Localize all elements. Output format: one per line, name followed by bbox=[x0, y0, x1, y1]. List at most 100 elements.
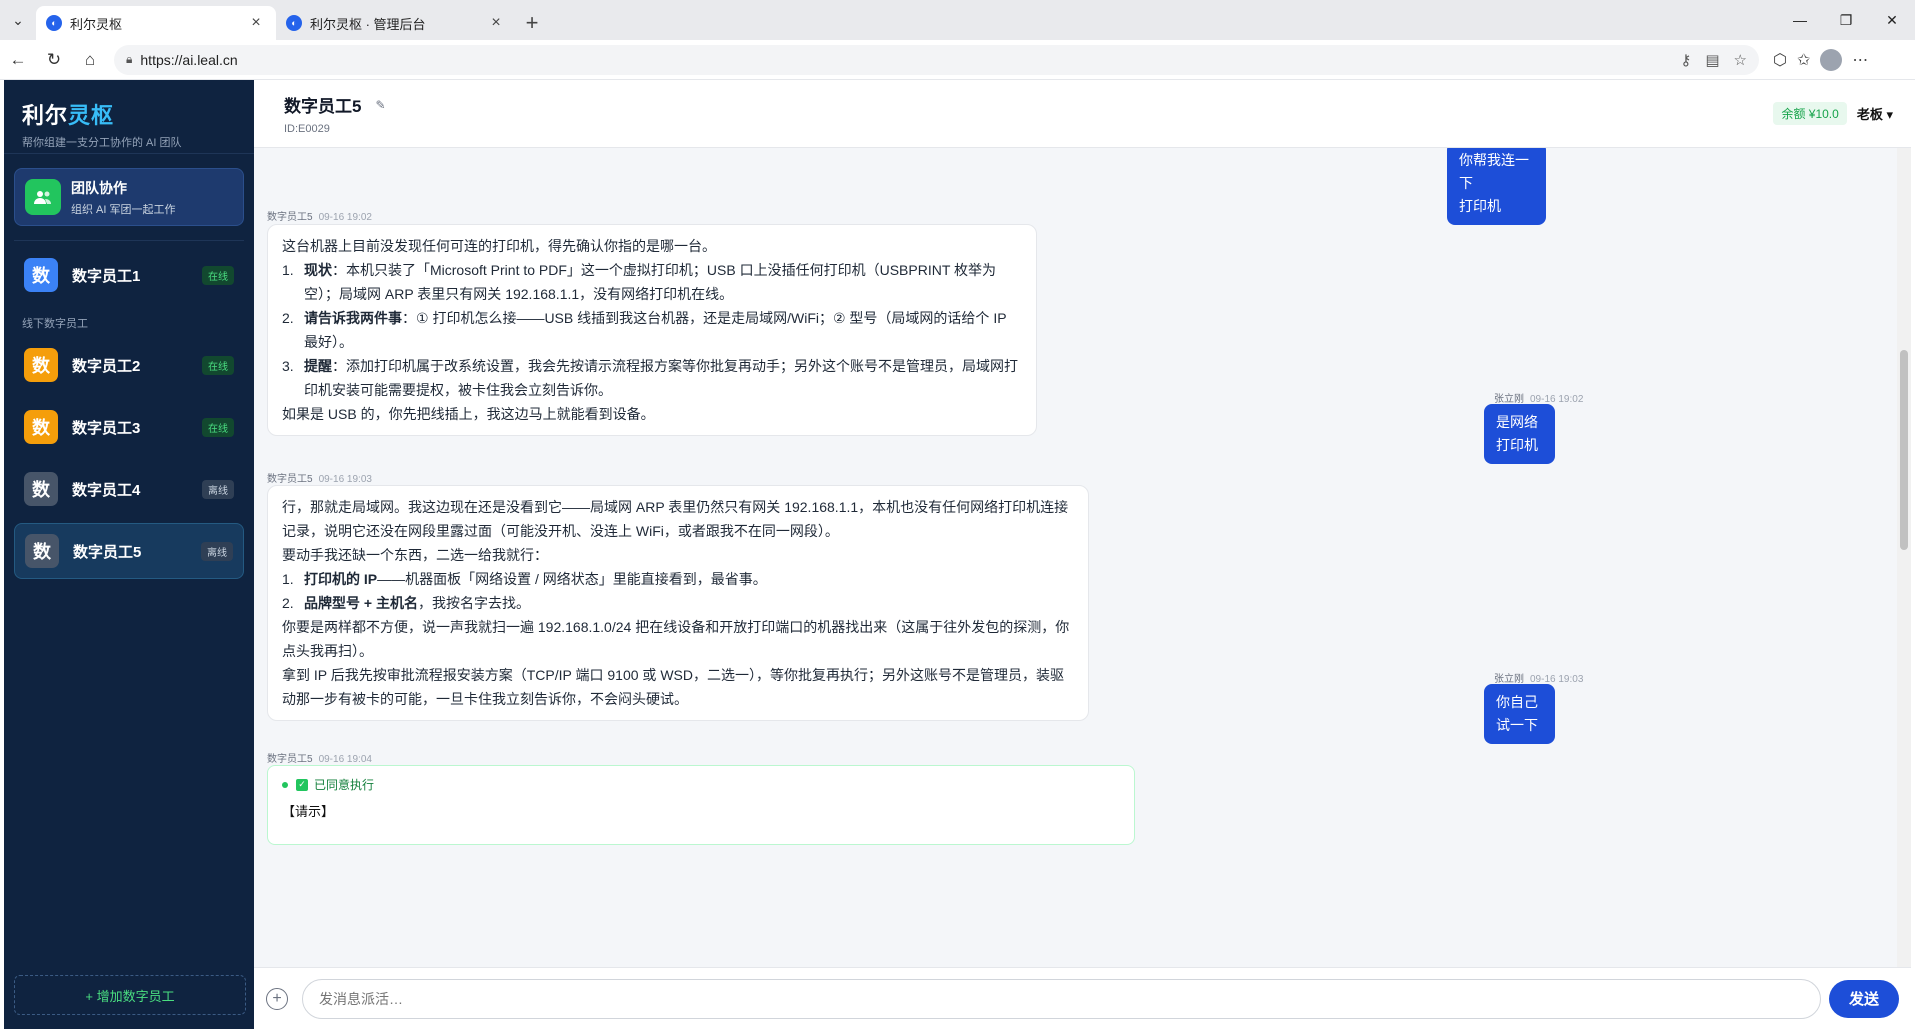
employee-name: 数字员工4 bbox=[72, 481, 141, 499]
status-badge: 在线 bbox=[202, 265, 234, 285]
message-line: 打印机 bbox=[1459, 198, 1501, 214]
message-time: 09-16 19:03 bbox=[318, 474, 372, 485]
browser-tab-active[interactable]: ◐ 利尔灵枢 × bbox=[36, 6, 276, 40]
list-item: 1. 现状：本机只装了「Microsoft Print to PDF」这一个虚拟打… bbox=[282, 258, 1022, 306]
sender-name: 数字员工5 bbox=[267, 212, 313, 223]
status-badge: 在线 bbox=[202, 355, 234, 375]
balance-badge: 余额 ¥10.0 bbox=[1773, 102, 1847, 125]
sidebar-item-employee-1[interactable]: 数 数字员工1 在线 bbox=[14, 247, 244, 303]
sidebar-item-employee-5[interactable]: 数 数字员工5 离线 bbox=[14, 523, 244, 579]
sender-name: 数字员工5 bbox=[267, 474, 313, 485]
employee-avatar: 数 bbox=[24, 348, 58, 382]
site-favicon-icon: ◐ bbox=[286, 15, 302, 31]
team-title: 团队协作 bbox=[71, 179, 127, 196]
message-meta: 张立刚 09-16 19:03 bbox=[1494, 670, 1583, 685]
reload-icon[interactable]: ↻ bbox=[36, 44, 72, 76]
back-arrow-icon[interactable]: ← bbox=[0, 44, 36, 76]
approval-label: 已同意执行 bbox=[314, 778, 375, 792]
employee-name: 数字员工1 bbox=[72, 267, 141, 285]
caret-down-icon: ▾ bbox=[1886, 107, 1893, 122]
status-badge: 离线 bbox=[201, 541, 233, 561]
list-index: 2. bbox=[282, 310, 294, 326]
message-intro: 行，那就走局域网。我这边现在还是没看到它——局域网 ARP 表里仍然只有网关 1… bbox=[282, 499, 1069, 539]
chat-scrollbar[interactable] bbox=[1897, 148, 1911, 967]
minimize-icon[interactable]: — bbox=[1777, 0, 1823, 40]
list-item: 2. 品牌型号 + 主机名，我按名字去找。 bbox=[282, 591, 1074, 615]
new-tab-plus-icon[interactable]: + bbox=[516, 6, 548, 40]
employee-id: ID:E0029 bbox=[284, 123, 330, 135]
close-window-icon[interactable]: ✕ bbox=[1869, 0, 1915, 40]
list-index: 1. bbox=[282, 571, 294, 587]
list-index: 1. bbox=[282, 262, 294, 278]
tab-list-chevron-icon[interactable]: ⌄ bbox=[0, 0, 36, 40]
home-icon[interactable]: ⌂ bbox=[72, 44, 108, 76]
bot-message: 这台机器上目前没发现任何可连的打印机，得先确认你指的是哪一台。 1. 现状：本机只… bbox=[267, 224, 1037, 436]
user-message: 是网络 打印机 bbox=[1484, 404, 1555, 464]
team-collab-card[interactable]: 团队协作 组织 AI 军团一起工作 bbox=[14, 168, 244, 226]
message-intro: 这台机器上目前没发现任何可连的打印机，得先确认你指的是哪一台。 bbox=[282, 238, 716, 254]
restore-icon[interactable]: ❐ bbox=[1823, 0, 1869, 40]
key-icon[interactable]: ⚷ bbox=[1680, 51, 1691, 69]
brand: 利尔灵枢 帮你组建一支分工协作的 AI 团队 bbox=[4, 80, 254, 154]
brand-title: 利尔灵枢 bbox=[22, 98, 236, 130]
attach-plus-icon[interactable]: + bbox=[266, 987, 288, 1010]
list-item: 1. 打印机的 IP——机器面板「网络设置 / 网络状态」里能直接看到，最省事。 bbox=[282, 567, 1074, 591]
window-controls: — ❐ ✕ bbox=[1777, 0, 1915, 40]
employee-name: 数字员工5 bbox=[73, 543, 142, 561]
employee-name: 数字员工2 bbox=[72, 357, 141, 375]
extensions-icon[interactable]: ⬡ bbox=[1773, 50, 1787, 70]
browser-toolbar: ← ↻ ⌂ 🔒︎ https://ai.leal.cn ⚷ ▤ ☆ ⬡ ✩ ⋯ bbox=[0, 40, 1915, 80]
status-badge: 在线 bbox=[202, 417, 234, 437]
list-bold: 品牌型号 + 主机名 bbox=[304, 595, 418, 611]
tab-close-icon[interactable]: × bbox=[486, 14, 506, 32]
list-text: ：① 打印机怎么接——USB 线插到我这台机器，还是走局域网/WiFi；② 型号… bbox=[304, 310, 1007, 350]
reader-mode-icon[interactable]: ▤ bbox=[1705, 51, 1719, 69]
address-bar[interactable]: 🔒︎ https://ai.leal.cn ⚷ ▤ ☆ bbox=[114, 44, 1759, 75]
main-panel: 数字员工5 ✎ ID:E0029 余额 ¥10.0 老板 ▾ 你帮我连一下 打印… bbox=[254, 80, 1911, 1029]
favorites-icon[interactable]: ✩ bbox=[1797, 50, 1810, 70]
employee-avatar: 数 bbox=[24, 472, 58, 506]
page-title: 数字员工5 bbox=[284, 97, 362, 116]
employee-avatar: 数 bbox=[24, 258, 58, 292]
list-text: ——机器面板「网络设置 / 网络状态」里能直接看到，最省事。 bbox=[377, 571, 767, 587]
employee-avatar: 数 bbox=[24, 410, 58, 444]
message-input[interactable] bbox=[302, 978, 1821, 1019]
message-line: 要动手我还缺一个东西，二选一给我就行： bbox=[282, 547, 548, 563]
message-meta: 张立刚 09-16 19:02 bbox=[1494, 390, 1583, 405]
sidebar-item-employee-3[interactable]: 数 数字员工3 在线 bbox=[14, 399, 244, 455]
edit-icon[interactable]: ✎ bbox=[375, 98, 385, 112]
message-outro: 如果是 USB 的，你先把线插上，我这边马上就能看到设备。 bbox=[282, 406, 655, 422]
sidebar-item-employee-4[interactable]: 数 数字员工4 离线 bbox=[14, 461, 244, 517]
profile-avatar-icon[interactable] bbox=[1820, 48, 1843, 71]
tab-title: 利尔灵枢 · 管理后台 bbox=[310, 16, 426, 32]
favorite-star-icon[interactable]: ☆ bbox=[1734, 51, 1747, 69]
user-message: 你帮我连一下 打印机 bbox=[1447, 148, 1546, 225]
scroll-thumb[interactable] bbox=[1900, 350, 1908, 550]
message-line: 你帮我连一下 bbox=[1459, 152, 1529, 191]
sidebar-item-employee-2[interactable]: 数 数字员工2 在线 bbox=[14, 337, 244, 393]
sidebar: 利尔灵枢 帮你组建一支分工协作的 AI 团队 团队协作 组织 AI 军团一起工作… bbox=[4, 80, 254, 1029]
more-menu-icon[interactable]: ⋯ bbox=[1852, 50, 1868, 70]
message-outro: 你要是两样都不方便，说一声我就扫一遍 192.168.1.0/24 把在线设备和… bbox=[282, 619, 1070, 659]
add-employee-button[interactable]: + 增加数字员工 bbox=[14, 975, 246, 1015]
tab-close-icon[interactable]: × bbox=[246, 14, 266, 32]
send-button[interactable]: 发送 bbox=[1829, 979, 1899, 1018]
tab-title: 利尔灵枢 bbox=[70, 16, 123, 32]
message-time: 09-16 19:04 bbox=[318, 754, 372, 765]
site-favicon-icon: ◐ bbox=[46, 15, 62, 31]
divider bbox=[14, 240, 244, 241]
sender-name: 数字员工5 bbox=[267, 754, 313, 765]
status-badge: 离线 bbox=[202, 479, 234, 499]
user-menu[interactable]: 老板 ▾ bbox=[1857, 104, 1893, 123]
user-message: 你自己 试一下 bbox=[1484, 684, 1555, 744]
team-users-icon bbox=[25, 179, 61, 215]
browser-tab[interactable]: ◐ 利尔灵枢 · 管理后台 × bbox=[276, 6, 516, 40]
approval-body: 【请示】 bbox=[282, 804, 335, 819]
list-index: 3. bbox=[282, 358, 294, 374]
chat-history[interactable]: 你帮我连一下 打印机 数字员工5 09-16 19:02 这台机器上目前没发现任何… bbox=[254, 148, 1897, 967]
message-outro: 拿到 IP 后我先按审批流程报安装方案（TCP/IP 端口 9100 或 WSD… bbox=[282, 667, 1064, 707]
list-bold: 请告诉我两件事 bbox=[304, 310, 402, 326]
message-line: 是网络 bbox=[1496, 414, 1538, 430]
list-text: ，我按名字去找。 bbox=[417, 595, 530, 611]
message-meta: 数字员工5 09-16 19:03 bbox=[267, 470, 372, 485]
